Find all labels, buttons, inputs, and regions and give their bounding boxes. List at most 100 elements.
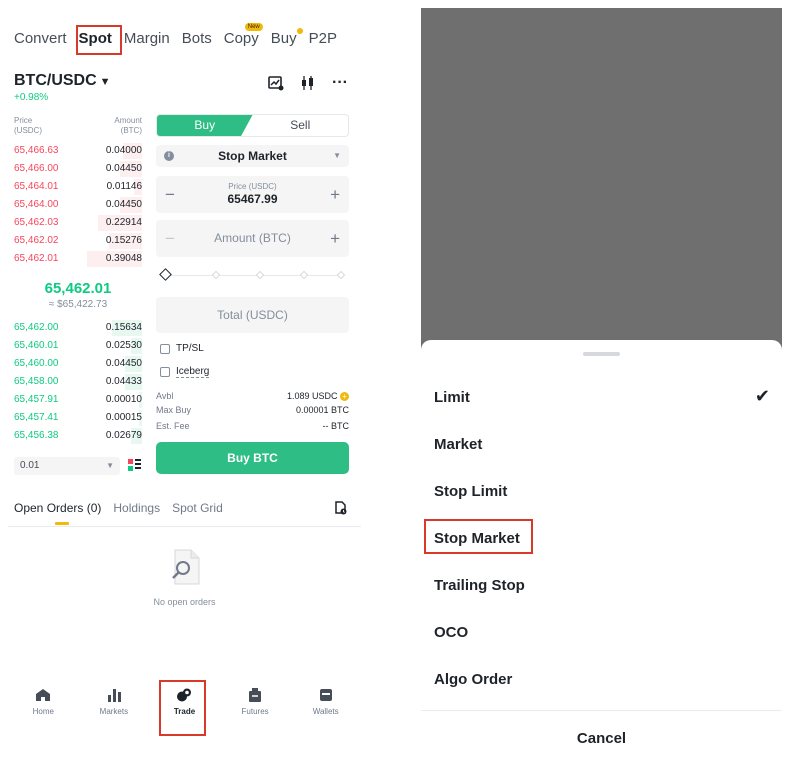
pair-selector[interactable]: BTC/USDC ▼ (14, 72, 111, 90)
dim-overlay[interactable] (421, 8, 782, 350)
row-amount: 0.04450 (105, 163, 142, 174)
markets-icon (107, 689, 121, 702)
option-oco[interactable]: OCO (434, 624, 468, 641)
tab-open-orders[interactable]: Open Orders (0) (14, 501, 101, 515)
orderbook-row[interactable]: 65,456.38 0.02679 (14, 427, 142, 445)
row-amount: 0.04433 (105, 376, 142, 387)
buy-btc-button[interactable]: Buy BTC (156, 442, 349, 474)
row-price: 65,464.01 (14, 181, 59, 192)
sell-toggle[interactable]: Sell (253, 115, 349, 136)
nav-wallets[interactable]: Wallets (290, 688, 361, 734)
spot-tab-highlight (76, 25, 122, 55)
orderbook-row[interactable]: 65,460.01 0.02530 (14, 337, 142, 355)
row-amount: 0.02679 (105, 430, 142, 441)
tab-bots[interactable]: Bots (182, 30, 212, 54)
row-amount: 0.02530 (105, 340, 142, 351)
checkbox-square (160, 343, 170, 354)
plus-icon[interactable]: + (330, 176, 340, 213)
notification-dot (296, 28, 303, 34)
price-field[interactable]: − Price (USDC) 65467.99 + (156, 176, 349, 213)
option-stop-limit[interactable]: Stop Limit (434, 483, 507, 500)
avbl-label: Avbl (156, 391, 174, 401)
row-amount: 0.15634 (105, 322, 142, 333)
row-price: 65,464.00 (14, 199, 59, 210)
tab-copy[interactable]: Copy New (224, 23, 263, 54)
orderbook-row[interactable]: 65,462.00 0.15634 (14, 319, 142, 337)
nav-home[interactable]: Home (8, 688, 79, 734)
new-badge: New (244, 23, 263, 31)
nav-futures[interactable]: Futures (220, 688, 291, 734)
total-field[interactable]: Total (USDC) (156, 297, 349, 333)
amount-slider[interactable] (159, 268, 346, 281)
row-amount: 0.00010 (105, 394, 142, 405)
price-field-value: 65467.99 (227, 192, 278, 206)
chevron-down-icon: ▼ (106, 461, 114, 470)
depth-precision-select[interactable]: 0.01 ▼ (14, 457, 120, 475)
orderbook-row[interactable]: 65,460.00 0.04450 (14, 355, 142, 373)
chart-settings-icon[interactable] (267, 74, 285, 92)
price-field-label: Price (USDC) (228, 182, 277, 191)
orderbook-row[interactable]: 65,462.01 0.39048 (14, 250, 142, 268)
orderbook-row[interactable]: 65,466.63 0.04000 (14, 142, 142, 160)
option-limit[interactable]: Limit (434, 389, 470, 406)
divider (421, 710, 782, 711)
tab-margin[interactable]: Margin (124, 30, 170, 54)
divider (8, 526, 361, 527)
last-price-block[interactable]: 65,462.01 ≈ $65,422.73 (14, 280, 142, 310)
checkmark-icon: ✔ (754, 386, 770, 406)
avbl-value: 1.089 USDC (286, 391, 338, 401)
row-price: 65,466.63 (14, 145, 59, 156)
orderbook-row[interactable]: 65,462.03 0.22914 (14, 214, 142, 232)
minus-icon[interactable]: − (165, 220, 175, 257)
tab-holdings[interactable]: Holdings (113, 501, 160, 515)
orderbook-row[interactable]: 65,457.91 0.00010 (14, 391, 142, 409)
tab-p2p[interactable]: P2P (309, 30, 337, 54)
row-amount: 0.00015 (105, 412, 142, 423)
add-funds-icon[interactable]: + (340, 392, 349, 402)
nav-markets-label: Markets (99, 707, 129, 716)
tab-buy[interactable]: Buy (271, 28, 303, 54)
nav-markets[interactable]: Markets (79, 688, 150, 734)
orderbook-row[interactable]: 65,466.00 0.04450 (14, 160, 142, 178)
minus-icon[interactable]: − (165, 176, 175, 213)
row-price: 65,460.01 (14, 340, 59, 351)
orderbook-row[interactable]: 65,464.00 0.04450 (14, 196, 142, 214)
orderbook-row[interactable]: 65,464.01 0.01146 (14, 178, 142, 196)
option-market[interactable]: Market (434, 436, 482, 453)
order-type-select[interactable]: i Stop Market ▼ (156, 145, 349, 167)
last-price: 65,462.01 (44, 280, 112, 297)
row-price: 65,460.00 (14, 358, 59, 369)
orderbook-row[interactable]: 65,462.02 0.15276 (14, 232, 142, 250)
plus-icon[interactable]: + (330, 220, 340, 257)
spot-trade-screen: Convert Spot Margin Bots Copy New Buy P2P… (8, 8, 361, 750)
slider-notch (255, 270, 265, 280)
drag-handle[interactable] (583, 352, 620, 356)
depth-value: 0.01 (20, 460, 40, 471)
tab-spot-grid[interactable]: Spot Grid (172, 501, 223, 515)
order-history-icon[interactable] (335, 501, 347, 520)
orderbook-row[interactable]: 65,458.00 0.04433 (14, 373, 142, 391)
option-algo-order[interactable]: Algo Order (434, 671, 512, 688)
candlestick-icon[interactable] (299, 74, 317, 92)
buy-toggle[interactable]: Buy (157, 115, 253, 136)
tpsl-checkbox[interactable]: TP/SL (160, 343, 204, 354)
info-icon[interactable]: i (164, 151, 174, 161)
orders-tabs: Open Orders (0) Holdings Spot Grid (14, 501, 223, 515)
amount-placeholder: Amount (BTC) (214, 231, 291, 245)
orderbook-row[interactable]: 65,457.41 0.00015 (14, 409, 142, 427)
row-amount: 0.04450 (105, 199, 142, 210)
cancel-button[interactable]: Cancel (421, 730, 782, 747)
more-icon[interactable]: ··· (331, 74, 349, 92)
option-trailing-stop[interactable]: Trailing Stop (434, 577, 525, 594)
slider-notch (336, 270, 346, 280)
tab-convert[interactable]: Convert (14, 30, 67, 54)
row-price: 65,462.02 (14, 235, 59, 246)
amount-field[interactable]: − Amount (BTC) + (156, 220, 349, 257)
row-price: 65,462.03 (14, 217, 59, 228)
slider-handle[interactable] (159, 268, 172, 281)
orderbook-layout-icon[interactable] (128, 459, 141, 477)
wallet-icon (319, 689, 332, 701)
iceberg-checkbox[interactable]: Iceberg (160, 366, 210, 378)
top-icons: ··· (267, 74, 349, 92)
empty-state: No open orders (8, 548, 361, 607)
